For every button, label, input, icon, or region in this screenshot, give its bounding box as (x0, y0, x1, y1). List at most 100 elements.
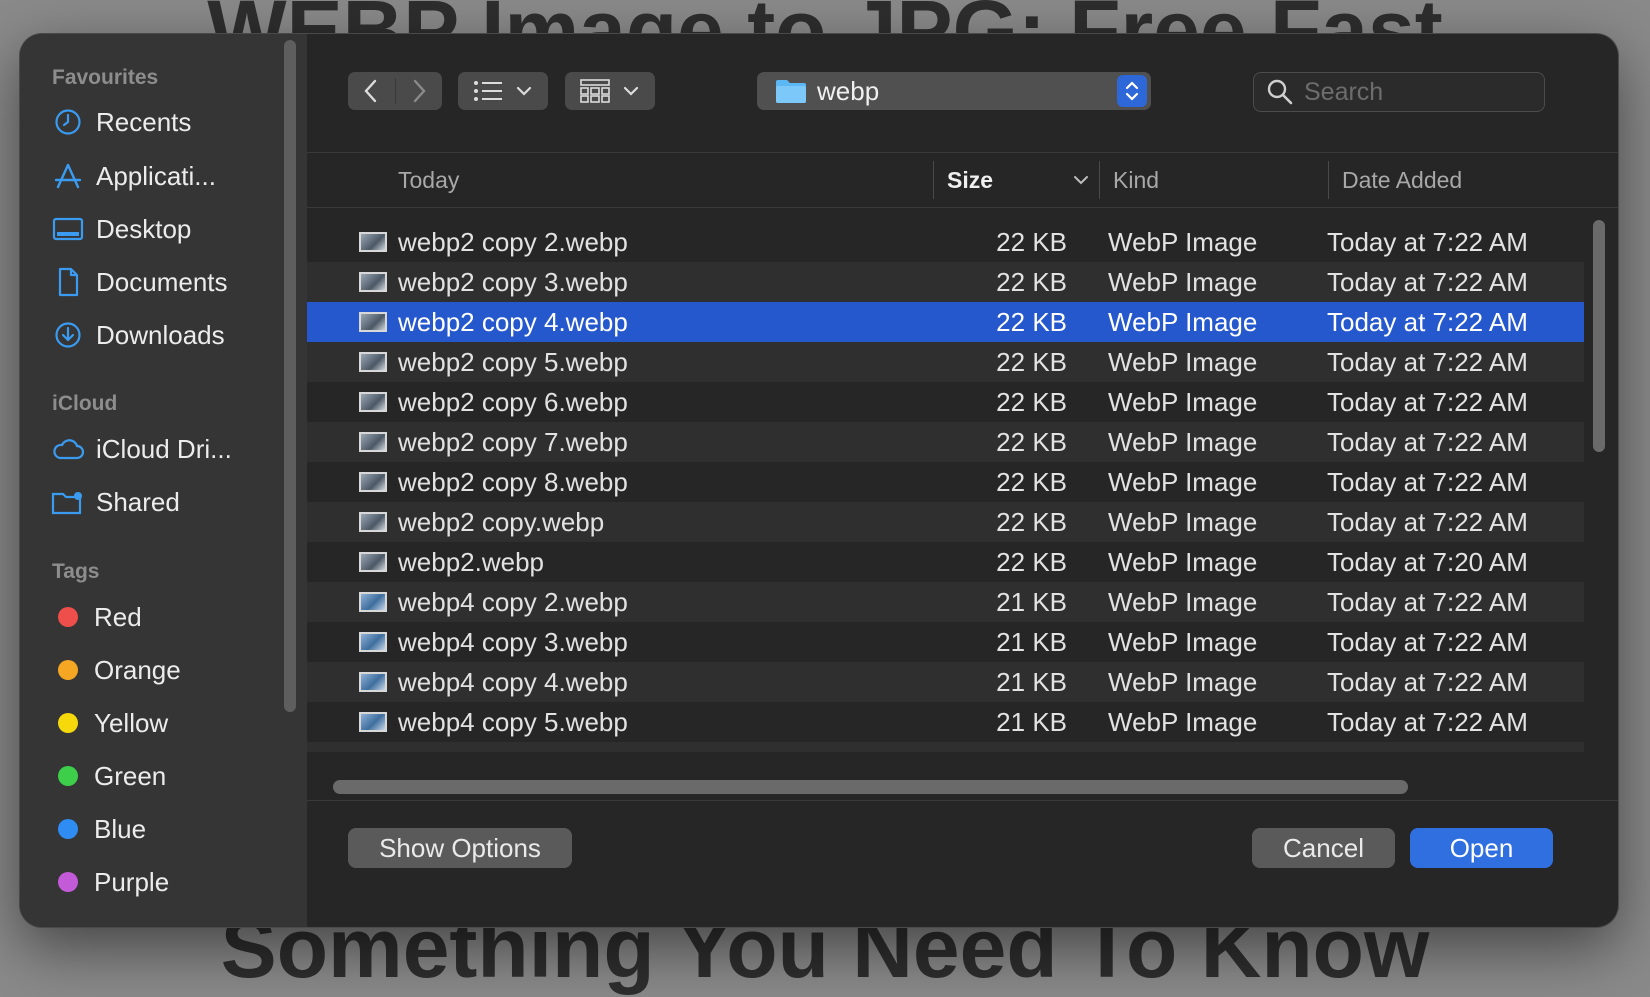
vertical-scrollbar[interactable] (1593, 220, 1605, 452)
table-row[interactable]: webp4 copy 2.webp 21 KB WebP Image Today at… (307, 582, 1584, 622)
file-kind-cell: WebP Image (1108, 267, 1258, 297)
sidebar-tag-4[interactable]: Blue (50, 807, 280, 851)
sidebar-item-label: Recents (96, 106, 192, 137)
date-added-cell: Today at 7:22 AM (1327, 587, 1528, 617)
file-kind-cell: WebP Image (1108, 742, 1257, 752)
table-row[interactable]: webp2 copy 4.webp 22 KB WebP Image Today at… (307, 302, 1584, 342)
horizontal-scrollbar[interactable] (333, 780, 1408, 794)
open-button[interactable]: Open (1410, 828, 1553, 868)
file-size-cell: 22 KB (996, 347, 1067, 377)
table-row[interactable]: webp2 copy 6.webp 22 KB WebP Image Today at… (307, 382, 1584, 422)
back-button[interactable] (348, 78, 396, 104)
desktop-icon (50, 214, 86, 244)
file-name-cell: webp4 copy 3.webp (398, 627, 628, 657)
folder-icon (776, 80, 806, 103)
table-row[interactable]: webp2 copy 7.webp 22 KB WebP Image Today at… (307, 422, 1584, 462)
sidebar-item-label: iCloud Dri... (96, 433, 232, 464)
file-kind-cell: WebP Image (1108, 507, 1258, 537)
date-added-cell: Today at 7:22 AM (1327, 707, 1528, 737)
table-row[interactable]: webp4 copy 5.webp 21 KB WebP Image Today at… (307, 702, 1584, 742)
sidebar-tag-label: Red (94, 601, 142, 632)
table-row[interactable]: webp2 copy.webp 22 KB WebP Image Today at 7… (307, 502, 1584, 542)
sidebar-tag-label: Yellow (94, 707, 169, 738)
sidebar-scrollbar[interactable] (284, 40, 296, 712)
sidebar-section-icloud: iCloud (52, 392, 118, 415)
file-name-cell: webp2.webp (398, 547, 544, 577)
sidebar-tag-5[interactable]: Purple (50, 860, 280, 904)
cancel-button[interactable]: Cancel (1252, 828, 1395, 868)
file-size-cell: 21 KB (947, 742, 1067, 752)
image-file-icon (359, 712, 387, 732)
sidebar-tag-3[interactable]: Green (50, 754, 280, 798)
column-divider[interactable] (933, 161, 934, 199)
column-header-size[interactable]: Size (947, 153, 993, 207)
file-name-cell: webp4 copy 4.webp (398, 667, 628, 697)
sidebar-item-downloads[interactable]: Downloads (50, 313, 280, 357)
table-row[interactable]: webp2 copy 2.webp 22 KB WebP Image Today at… (307, 222, 1584, 262)
forward-button[interactable] (396, 78, 443, 104)
grid-view-button[interactable] (565, 72, 655, 110)
sidebar: Favourites Recents Applicati... Desktop … (20, 34, 307, 927)
divider (307, 800, 1618, 801)
table-row[interactable]: webp4 copy 4.webp 21 KB WebP Image Today at… (307, 662, 1584, 702)
file-name-cell: webp2 copy 7.webp (398, 427, 628, 457)
file-kind-cell: WebP Image (1108, 307, 1258, 337)
sidebar-item-documents[interactable]: Documents (50, 260, 280, 304)
file-size-cell: 22 KB (996, 467, 1067, 497)
sidebar-tag-2[interactable]: Yellow (50, 701, 280, 745)
search-input[interactable] (1302, 76, 1536, 108)
sidebar-item-icloud-drive[interactable]: iCloud Dri... (50, 427, 280, 471)
tag-color-dot-icon (58, 872, 78, 892)
date-added-cell: Today at 7:22 AM (1327, 307, 1528, 337)
table-row[interactable]: webp2 copy 5.webp 22 KB WebP Image Today at… (307, 342, 1584, 382)
location-stepper[interactable] (1117, 75, 1147, 107)
file-kind-cell: WebP Image (1108, 347, 1258, 377)
chevron-right-icon (413, 79, 426, 103)
table-row[interactable]: webp4 copy 6.webp 21 KB WebP Image Today at… (307, 742, 1584, 752)
sidebar-item-label: Shared (96, 486, 180, 517)
sidebar-tag-label: Orange (94, 654, 181, 685)
tag-color-dot-icon (58, 766, 78, 786)
file-kind-cell: WebP Image (1108, 627, 1258, 657)
file-size-cell: 21 KB (996, 707, 1067, 737)
sidebar-item-desktop[interactable]: Desktop (50, 207, 280, 251)
file-name-cell: webp2 copy 5.webp (398, 347, 628, 377)
location-popup[interactable]: webp (757, 72, 1151, 110)
download-icon (50, 320, 86, 350)
file-kind-cell: WebP Image (1108, 707, 1258, 737)
table-row[interactable]: webp4 copy 3.webp 21 KB WebP Image Today at… (307, 622, 1584, 662)
table-row[interactable]: webp2 copy 8.webp 22 KB WebP Image Today at… (307, 462, 1584, 502)
show-options-button[interactable]: Show Options (348, 828, 572, 868)
table-row[interactable]: webp2 copy 3.webp 22 KB WebP Image Today at… (307, 262, 1584, 302)
date-added-cell: Today at 7:22 AM (1327, 267, 1528, 297)
column-header-name[interactable]: Today (398, 153, 459, 207)
list-view-button[interactable] (458, 72, 548, 110)
sidebar-item-applications[interactable]: Applicati... (50, 154, 280, 198)
tag-color-dot-icon (58, 713, 78, 733)
sidebar-tag-1[interactable]: Orange (50, 648, 280, 692)
column-divider[interactable] (1099, 161, 1100, 199)
file-kind-cell: WebP Image (1108, 387, 1258, 417)
column-header-kind[interactable]: Kind (1113, 153, 1159, 207)
file-kind-cell: WebP Image (1108, 467, 1258, 497)
image-file-icon (359, 632, 387, 652)
sidebar-tag-label: Purple (94, 866, 170, 897)
list-icon (474, 81, 502, 101)
date-added-cell: Today at 7:22 AM (1327, 627, 1528, 657)
sidebar-item-recents[interactable]: Recents (50, 100, 280, 144)
sidebar-item-label: Applicati... (96, 160, 216, 191)
file-size-cell: 22 KB (996, 507, 1067, 537)
column-divider[interactable] (1328, 161, 1329, 199)
file-name-cell: webp2 copy 6.webp (398, 387, 628, 417)
file-name-cell: webp2 copy 4.webp (398, 307, 628, 337)
sidebar-item-shared[interactable]: Shared (50, 480, 280, 524)
search-icon (1267, 79, 1293, 105)
sidebar-tag-0[interactable]: Red (50, 595, 280, 639)
search-field[interactable] (1253, 72, 1545, 112)
file-kind-cell: WebP Image (1108, 667, 1258, 697)
column-header-date-added[interactable]: Date Added (1342, 153, 1462, 207)
image-file-icon (359, 352, 387, 372)
date-added-cell: Today at 7:22 AM (1327, 742, 1528, 752)
date-added-cell: Today at 7:22 AM (1327, 387, 1528, 417)
table-row[interactable]: webp2.webp 22 KB WebP Image Today at 7:20 A… (307, 542, 1584, 582)
